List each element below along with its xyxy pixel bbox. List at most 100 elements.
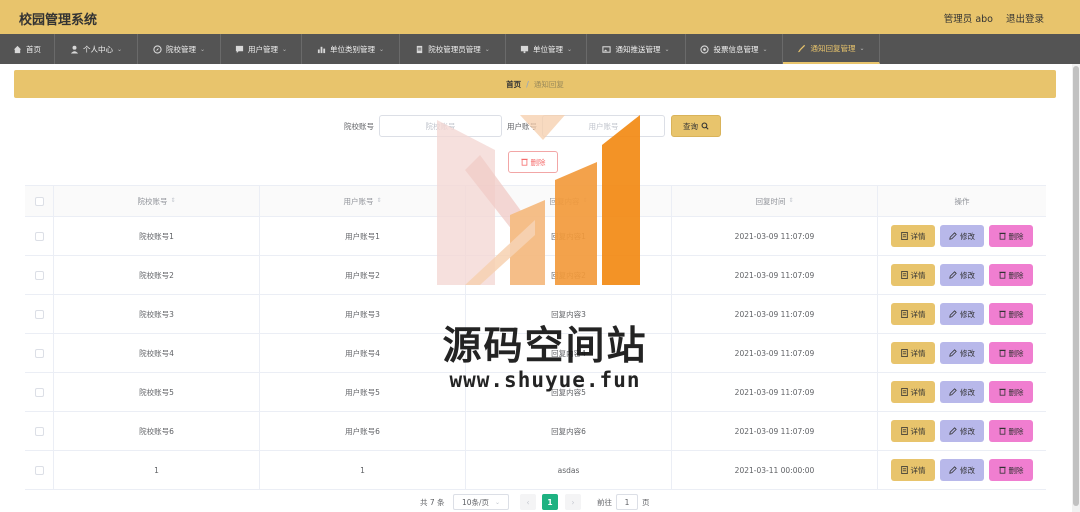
detail-button[interactable]: 详情 [891, 381, 935, 403]
cell-reply-time: 2021-03-09 11:07:09 [672, 256, 878, 294]
detail-button[interactable]: 详情 [891, 264, 935, 286]
scrollbar-thumb[interactable] [1073, 66, 1079, 506]
user-account-input[interactable] [542, 115, 665, 137]
breadcrumb-home[interactable]: 首页 [506, 79, 521, 90]
column-header-time[interactable]: 回复时间 ⇕ [672, 186, 878, 216]
nav-item-notice-replies[interactable]: 通知回复管理 ⌄ [783, 34, 880, 64]
edit-button[interactable]: 修改 [940, 381, 984, 403]
batch-delete-button[interactable]: 删除 [508, 151, 558, 173]
pencil-icon [949, 271, 957, 279]
cell-school-account: 院校账号2 [54, 256, 260, 294]
prev-page-button[interactable]: ‹ [520, 494, 536, 510]
nav-item-users[interactable]: 用户管理 ⌄ [221, 34, 302, 64]
edit-label: 修改 [960, 348, 975, 358]
goto-page-input[interactable] [616, 494, 638, 510]
select-all-checkbox[interactable] [34, 196, 44, 206]
nav-item-unit-categories[interactable]: 单位类别管理 ⌄ [302, 34, 400, 64]
trash-icon [998, 466, 1006, 474]
row-checkbox[interactable] [34, 348, 44, 358]
edit-button[interactable]: 修改 [940, 225, 984, 247]
query-button[interactable]: 查询 [671, 115, 721, 137]
row-actions: 详情 修改 删除 [878, 256, 1046, 294]
nav-item-units[interactable]: 单位管理 ⌄ [506, 34, 587, 64]
home-icon [13, 45, 22, 53]
edit-button[interactable]: 修改 [940, 420, 984, 442]
edit-label: 修改 [960, 309, 975, 319]
delete-button[interactable]: 删除 [989, 420, 1033, 442]
user-account-label: 用户账号 [507, 122, 537, 131]
detail-label: 详情 [910, 309, 926, 319]
edit-label: 修改 [960, 426, 975, 436]
cell-school-account: 院校账号1 [54, 217, 260, 255]
main-nav: 首页 个人中心 ⌄ 院校管理 ⌄ 用户管理 ⌄ 单位类别管理 ⌄ 院校管理员管理… [0, 34, 1080, 64]
logout-link[interactable]: 退出登录 [1006, 11, 1044, 25]
detail-button[interactable]: 详情 [891, 420, 935, 442]
row-checkbox[interactable] [34, 231, 44, 241]
header-label: 院校账号 [137, 196, 168, 206]
chevron-down-icon: ⌄ [378, 45, 385, 53]
column-header-school[interactable]: 院校账号 ⇕ [54, 186, 260, 216]
column-header-content[interactable]: 回复内容 ⇕ [466, 186, 672, 216]
delete-button[interactable]: 删除 [989, 264, 1033, 286]
table-row: 1 1 asdas 2021-03-11 00:00:00 详情 修改 删除 [25, 451, 1046, 490]
page-number-1[interactable]: 1 [542, 494, 558, 510]
edit-button[interactable]: 修改 [940, 342, 984, 364]
detail-button[interactable]: 详情 [891, 303, 935, 325]
school-account-input[interactable] [379, 115, 502, 137]
nav-item-notice-push[interactable]: 通知推送管理 ⌄ [587, 34, 686, 64]
next-page-button[interactable]: › [565, 494, 581, 510]
row-actions: 详情 修改 删除 [878, 373, 1046, 411]
user-area: 管理员 abo 退出登录 [944, 11, 1044, 25]
table-body: 院校账号1 用户账号1 回复内容1 2021-03-09 11:07:09 详情… [25, 217, 1046, 490]
delete-label: 删除 [1008, 231, 1024, 241]
page-size-select[interactable]: 10条/页 ⌄ [453, 494, 509, 510]
edit-button[interactable]: 修改 [940, 264, 984, 286]
delete-button[interactable]: 删除 [989, 342, 1033, 364]
cell-reply-content: 回复内容5 [466, 373, 672, 411]
search-form: 院校账号 用户账号 查询 [0, 115, 1080, 137]
pencil-icon [949, 388, 957, 396]
detail-label: 详情 [910, 426, 926, 436]
detail-button[interactable]: 详情 [891, 225, 935, 247]
document-icon [900, 388, 908, 396]
nav-item-profile[interactable]: 个人中心 ⌄ [55, 34, 138, 64]
document-icon [900, 310, 908, 318]
brush-icon [798, 44, 806, 52]
row-checkbox[interactable] [34, 387, 44, 397]
edit-button[interactable]: 修改 [940, 459, 984, 481]
delete-label: 删除 [1008, 387, 1024, 397]
row-checkbox[interactable] [34, 426, 44, 436]
delete-button[interactable]: 删除 [989, 225, 1033, 247]
nav-item-votes[interactable]: 投票信息管理 ⌄ [686, 34, 783, 64]
row-checkbox[interactable] [34, 270, 44, 280]
detail-label: 详情 [910, 231, 926, 241]
row-checkbox[interactable] [34, 465, 44, 475]
delete-label: 删除 [1008, 270, 1024, 280]
detail-button[interactable]: 详情 [891, 459, 935, 481]
delete-button[interactable]: 删除 [989, 381, 1033, 403]
nav-label: 单位管理 [532, 44, 563, 54]
nav-item-schools[interactable]: 院校管理 ⌄ [138, 34, 221, 64]
delete-button[interactable]: 删除 [989, 459, 1033, 481]
nav-item-school-admins[interactable]: 院校管理员管理 ⌄ [400, 34, 506, 64]
nav-item-home[interactable]: 首页 [0, 34, 55, 64]
cell-reply-time: 2021-03-09 11:07:09 [672, 334, 878, 372]
cell-school-account: 院校账号3 [54, 295, 260, 333]
edit-label: 修改 [960, 465, 975, 475]
delete-button[interactable]: 删除 [989, 303, 1033, 325]
chevron-down-icon: ⌄ [762, 45, 768, 53]
row-checkbox[interactable] [34, 309, 44, 319]
breadcrumb-current: 通知回复 [533, 79, 564, 89]
edit-label: 修改 [960, 387, 975, 397]
current-user-label[interactable]: 管理员 abo [944, 11, 993, 25]
cell-user-account: 1 [260, 451, 466, 489]
nav-label: 单位类别管理 [329, 44, 375, 54]
column-header-user[interactable]: 用户账号 ⇕ [260, 186, 466, 216]
edit-button[interactable]: 修改 [940, 303, 984, 325]
delete-label: 删除 [1008, 309, 1024, 319]
cell-reply-content: asdas [466, 451, 672, 489]
user-icon [70, 45, 79, 54]
detail-label: 详情 [910, 348, 926, 358]
delete-label: 删除 [1008, 465, 1024, 475]
detail-button[interactable]: 详情 [891, 342, 935, 364]
